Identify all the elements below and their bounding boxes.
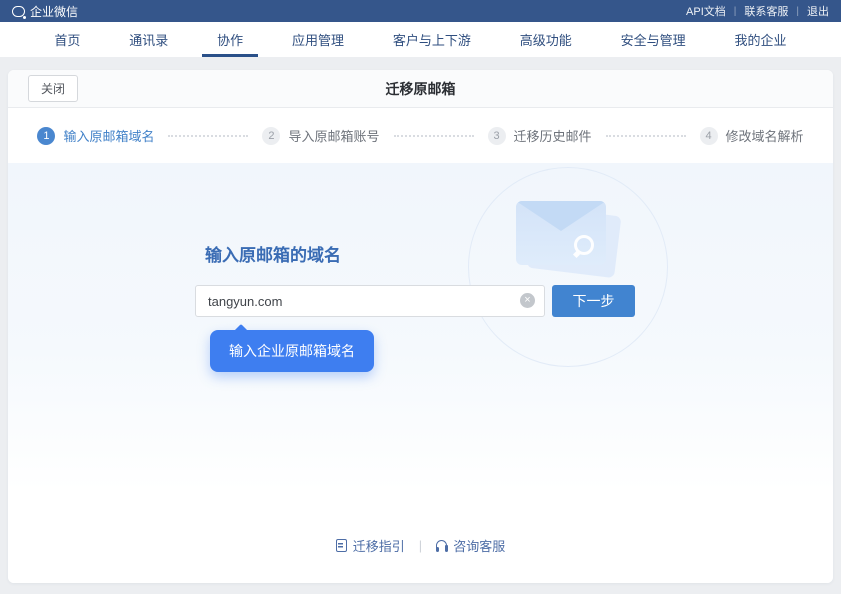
envelope-back-icon [527,206,622,278]
nav-item-collaboration[interactable]: 协作 [211,22,249,57]
step-2-circle: 2 [262,127,280,145]
content-area: 输入原邮箱的域名 × 下一步 输入企业原邮箱域名 迁移指引 | 咨询客服 [8,163,833,583]
app-logo-text: 企业微信 [30,3,78,20]
step-1-label: 输入原邮箱域名 [63,126,154,145]
nav-item-security[interactable]: 安全与管理 [615,22,692,57]
migration-guide-label: 迁移指引 [353,536,405,555]
api-docs-link[interactable]: API文档 [684,3,728,19]
headset-icon [436,540,447,550]
domain-hint-tooltip: 输入企业原邮箱域名 [210,330,374,372]
migration-panel: 关闭 迁移原邮箱 1 输入原邮箱域名 2 导入原邮箱账号 3 迁移历史邮件 4 … [8,70,833,583]
nav-item-advanced[interactable]: 高级功能 [514,22,578,57]
step-3-label: 迁移历史邮件 [514,126,592,145]
app-logo[interactable]: 企业微信 [12,3,78,20]
migration-guide-link[interactable]: 迁移指引 [336,536,405,555]
domain-form-row: × 下一步 [195,285,635,317]
topbar-separator: | [734,6,737,17]
domain-input-wrap: × [195,285,545,317]
page-title: 迁移原邮箱 [386,79,456,99]
close-button[interactable]: 关闭 [28,75,78,102]
contact-support-footer-link[interactable]: 咨询客服 [436,536,505,555]
contact-support-label: 咨询客服 [453,536,505,555]
main-nav: 首页 通讯录 协作 应用管理 客户与上下游 高级功能 安全与管理 我的企业 [0,22,841,57]
domain-input[interactable] [195,285,545,317]
step-3-circle: 3 [488,127,506,145]
nav-item-home[interactable]: 首页 [48,22,86,57]
nav-item-apps[interactable]: 应用管理 [286,22,350,57]
logout-link[interactable]: 退出 [805,3,831,19]
nav-item-contacts[interactable]: 通讯录 [123,22,174,57]
footer-separator: | [419,538,422,553]
panel-header: 关闭 迁移原邮箱 [8,70,833,108]
step-connector [168,135,248,137]
nav-item-customers[interactable]: 客户与上下游 [387,22,477,57]
document-icon [336,539,347,552]
topbar-separator: | [796,6,799,17]
envelope-icon [516,201,606,265]
topbar: 企业微信 API文档 | 联系客服 | 退出 [0,0,841,22]
step-connector [394,135,474,137]
step-4-circle: 4 [700,127,718,145]
clear-input-icon[interactable]: × [520,293,535,308]
step-1-circle: 1 [37,127,55,145]
step-4-modify-dns: 4 修改域名解析 [700,126,804,145]
step-connector [606,135,686,137]
step-3-migrate-history: 3 迁移历史邮件 [488,126,592,145]
step-2-label: 导入原邮箱账号 [288,126,379,145]
nav-item-my-company[interactable]: 我的企业 [729,22,793,57]
form-heading: 输入原邮箱的域名 [205,241,341,266]
next-step-button[interactable]: 下一步 [552,285,635,317]
step-indicator: 1 输入原邮箱域名 2 导入原邮箱账号 3 迁移历史邮件 4 修改域名解析 [8,108,833,163]
topbar-links: API文档 | 联系客服 | 退出 [684,3,831,19]
wework-bubble-icon [12,6,25,17]
envelope-flap [516,201,606,231]
footer-links: 迁移指引 | 咨询客服 [8,536,833,555]
step-1-enter-domain: 1 输入原邮箱域名 [37,126,154,145]
step-4-label: 修改域名解析 [726,126,804,145]
wework-logo-ring-icon [574,235,594,255]
step-2-import-accounts: 2 导入原邮箱账号 [262,126,379,145]
contact-support-link[interactable]: 联系客服 [742,3,790,19]
illustration-halo-circle [468,167,668,367]
